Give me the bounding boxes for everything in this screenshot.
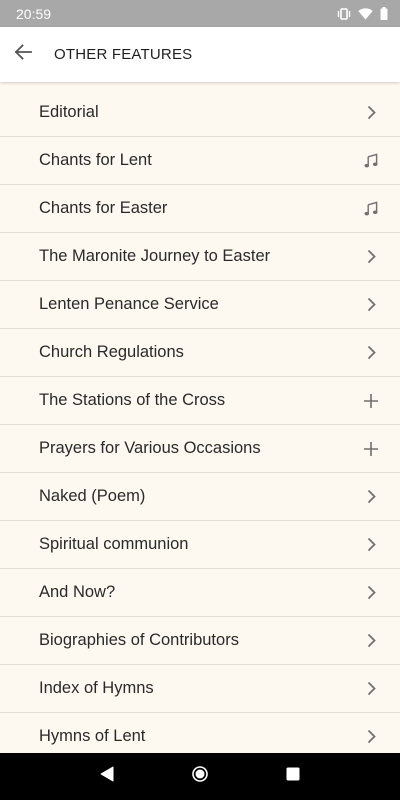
feature-list: Editorial Chants for Lent Chants for Easte…: [0, 89, 400, 753]
chevron-right-icon: [364, 633, 378, 649]
plus-icon: [364, 393, 378, 409]
list-item-label: Church Regulations: [39, 343, 184, 361]
list-item-label: Hymns of Lent: [39, 727, 146, 745]
nav-home-button[interactable]: [180, 757, 220, 797]
list-item-label: Biographies of Contributors: [39, 631, 239, 649]
list-item[interactable]: Hymns of Lent: [0, 713, 400, 753]
status-bar: 20:59: [0, 0, 400, 27]
list-item[interactable]: The Maronite Journey to Easter: [0, 233, 400, 281]
chevron-right-icon: [364, 345, 378, 361]
list-item-label: The Stations of the Cross: [39, 391, 226, 409]
music-note-icon: [364, 153, 378, 169]
list-item[interactable]: Church Regulations: [0, 329, 400, 377]
back-button[interactable]: [0, 27, 45, 82]
chevron-right-icon: [364, 489, 378, 505]
nav-back-button[interactable]: [87, 757, 127, 797]
music-note-icon: [364, 201, 378, 217]
list-item-label: Prayers for Various Occasions: [39, 439, 261, 457]
list-item[interactable]: Spiritual communion: [0, 521, 400, 569]
list-item-label: The Maronite Journey to Easter: [39, 247, 271, 265]
back-triangle-icon: [100, 766, 114, 787]
list-item-label: Chants for Lent: [39, 151, 152, 169]
chevron-right-icon: [364, 297, 378, 313]
list-item[interactable]: Editorial: [0, 89, 400, 137]
vibrate-icon: [337, 7, 351, 20]
nav-recents-button[interactable]: [273, 757, 313, 797]
status-time: 20:59: [16, 5, 52, 22]
page-title: OTHER FEATURES: [54, 46, 193, 63]
chevron-right-icon: [364, 585, 378, 601]
chevron-right-icon: [364, 249, 378, 265]
chevron-right-icon: [364, 729, 378, 745]
list-item-label: Spiritual communion: [39, 535, 189, 553]
list-item[interactable]: The Stations of the Cross: [0, 377, 400, 425]
home-circle-icon: [191, 765, 209, 788]
list-item-label: And Now?: [39, 583, 116, 601]
list-item[interactable]: Naked (Poem): [0, 473, 400, 521]
status-icons: [337, 7, 388, 20]
list-item[interactable]: Chants for Lent: [0, 137, 400, 185]
list-item[interactable]: Prayers for Various Occasions: [0, 425, 400, 473]
chevron-right-icon: [364, 105, 378, 121]
wifi-icon: [358, 7, 373, 20]
list-item[interactable]: Biographies of Contributors: [0, 617, 400, 665]
chevron-right-icon: [364, 537, 378, 553]
list-item[interactable]: Index of Hymns: [0, 665, 400, 713]
list-item[interactable]: Chants for Easter: [0, 185, 400, 233]
list-item-label: Editorial: [39, 103, 99, 121]
list-item-label: Lenten Penance Service: [39, 295, 219, 313]
recents-square-icon: [286, 767, 300, 786]
list-item-label: Index of Hymns: [39, 679, 154, 697]
list-item[interactable]: Lenten Penance Service: [0, 281, 400, 329]
chevron-right-icon: [364, 681, 378, 697]
battery-icon: [380, 7, 388, 20]
arrow-back-icon: [14, 43, 32, 66]
app-bar: OTHER FEATURES: [0, 27, 400, 82]
list-item[interactable]: And Now?: [0, 569, 400, 617]
plus-icon: [364, 441, 378, 457]
list-item-label: Naked (Poem): [39, 487, 146, 505]
list-item-label: Chants for Easter: [39, 199, 168, 217]
system-nav-bar: [0, 753, 400, 800]
